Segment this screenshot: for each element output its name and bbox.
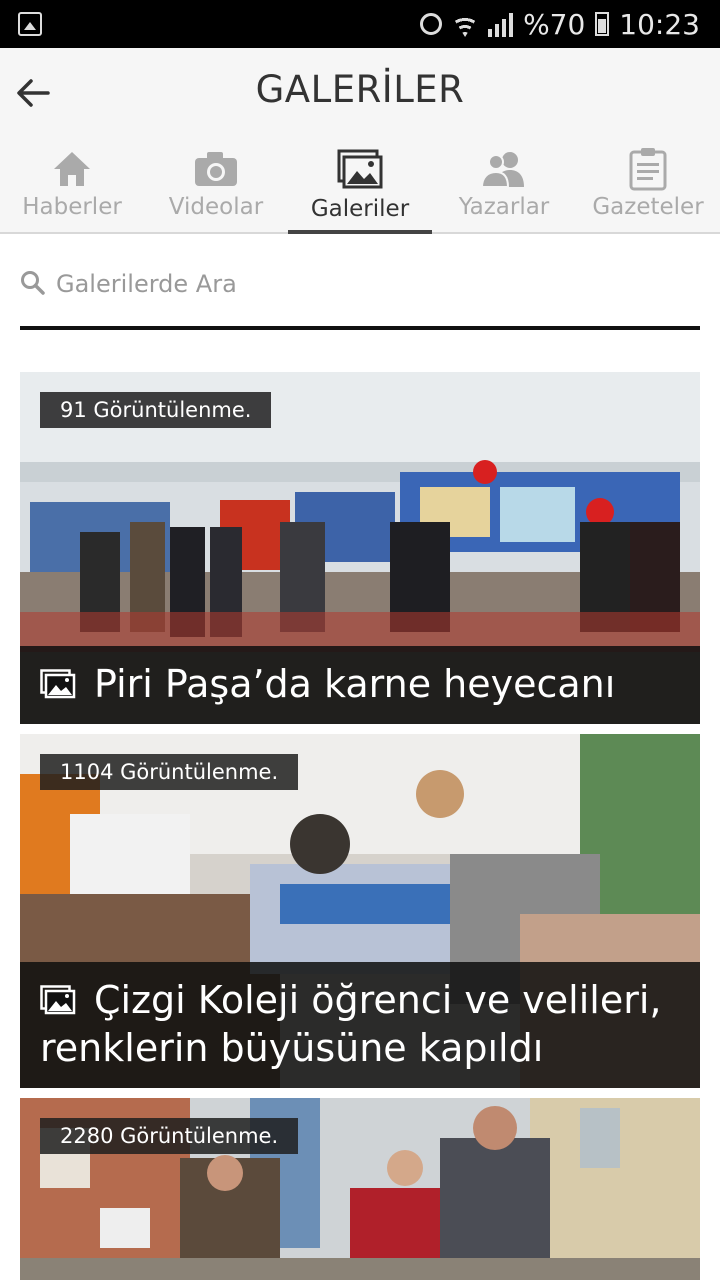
alarm-icon [420, 13, 443, 35]
camera-icon [195, 152, 237, 186]
clipboard-icon [629, 148, 667, 191]
view-count-badge: 91 Görüntülenme. [40, 392, 272, 428]
tab-bar: Haberler Videolar Galeriler Yazarlar Gaz… [0, 142, 720, 234]
house-icon [54, 152, 90, 186]
tab-videolar[interactable]: Videolar [144, 142, 288, 234]
search-icon [21, 271, 45, 295]
gallery-caption: Çizgi Koleji öğrenci ve velileri, renkle… [20, 962, 700, 1088]
battery-icon [595, 12, 610, 36]
battery-percent: %70 [523, 7, 586, 41]
gallery-caption: Piri Paşa’da karne heyecanı [20, 646, 700, 724]
gallery-card[interactable]: 91 Görüntülenme. Piri Paşa’da karne heye… [20, 372, 700, 724]
gallery-card[interactable]: 2280 Görüntülenme. [20, 1098, 700, 1280]
app-bar: GALERİLER Haberler Videolar Galeriler Ya… [0, 48, 720, 234]
status-icons: %70 10:23 [420, 6, 700, 42]
search-bar [20, 252, 700, 330]
tab-label: Gazeteler [592, 194, 704, 220]
gallery-icon [40, 669, 76, 699]
tab-label: Yazarlar [458, 194, 550, 220]
status-bar: %70 10:23 [0, 0, 720, 48]
image-notification-icon [18, 12, 42, 36]
gallery-card[interactable]: 1104 Görüntülenme. Çizgi Koleji öğrenci … [20, 734, 700, 1088]
gallery-title: Çizgi Koleji öğrenci ve velileri, renkle… [40, 978, 662, 1070]
tab-haberler[interactable]: Haberler [0, 142, 144, 234]
gallery-icon [337, 149, 383, 189]
tab-galeriler[interactable]: Galeriler [288, 142, 432, 234]
gallery-title: Piri Paşa’da karne heyecanı [94, 662, 616, 706]
tab-label: Videolar [168, 194, 264, 220]
tab-yazarlar[interactable]: Yazarlar [432, 142, 576, 234]
page-title: GALERİLER [255, 68, 465, 111]
signal-icon [488, 11, 514, 37]
tab-gazeteler[interactable]: Gazeteler [576, 142, 720, 234]
wifi-icon [452, 16, 479, 37]
view-count-badge: 2280 Görüntülenme. [40, 1118, 299, 1154]
tab-label: Haberler [22, 194, 122, 220]
clock: 10:23 [619, 7, 700, 41]
search-input[interactable] [56, 264, 656, 304]
tab-label: Galeriler [310, 196, 410, 222]
users-icon [480, 152, 524, 188]
view-count-badge: 1104 Görüntülenme. [40, 754, 299, 790]
gallery-icon [40, 985, 76, 1015]
